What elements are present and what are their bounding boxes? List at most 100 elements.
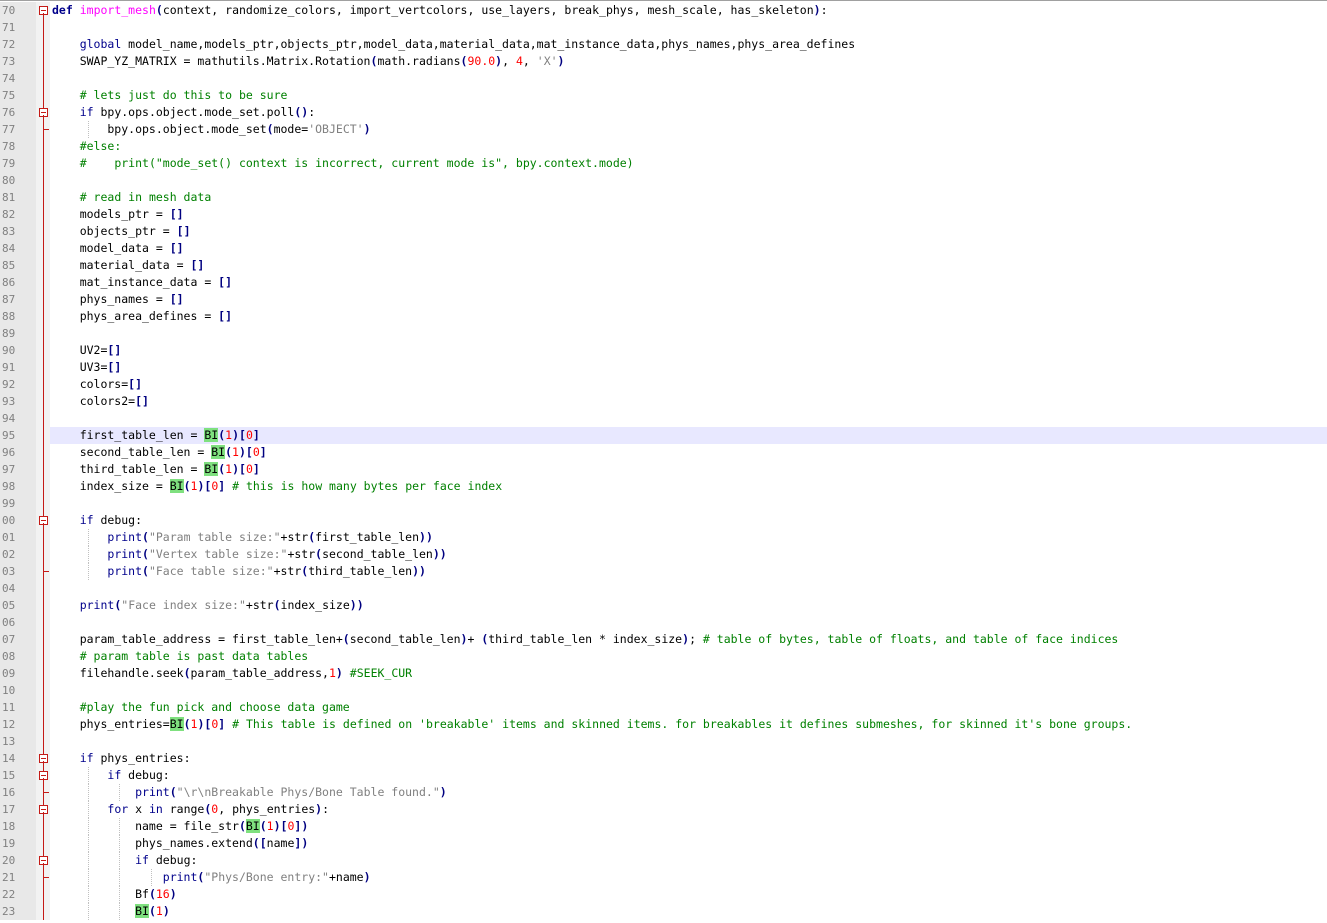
- code-line[interactable]: 00 if debug:: [0, 512, 1327, 529]
- code-text[interactable]: models_ptr = []: [52, 206, 184, 223]
- code-line[interactable]: 79 # print("mode_set() context is incorr…: [0, 155, 1327, 172]
- code-text[interactable]: for x in range(0, phys_entries):: [52, 801, 329, 818]
- code-line[interactable]: 19 phys_names.extend([name]): [0, 835, 1327, 852]
- code-line[interactable]: 92 colors=[]: [0, 376, 1327, 393]
- code-line[interactable]: 84 model_data = []: [0, 240, 1327, 257]
- code-line[interactable]: 20 if debug:: [0, 852, 1327, 869]
- code-line[interactable]: 04: [0, 580, 1327, 597]
- code-text[interactable]: colors=[]: [52, 376, 142, 393]
- code-text[interactable]: index_size = BI(1)[0] # this is how many…: [52, 478, 502, 495]
- code-line[interactable]: 21 print("Phys/Bone entry:"+name): [0, 869, 1327, 886]
- code-line[interactable]: 17 for x in range(0, phys_entries):: [0, 801, 1327, 818]
- code-line[interactable]: 14 if phys_entries:: [0, 750, 1327, 767]
- code-line-current[interactable]: 95 first_table_len = BI(1)[0]: [0, 427, 1327, 444]
- code-line[interactable]: 72 global model_name,models_ptr,objects_…: [0, 36, 1327, 53]
- code-line[interactable]: 13: [0, 733, 1327, 750]
- fold-toggle-icon[interactable]: [36, 2, 50, 19]
- code-line[interactable]: 10: [0, 682, 1327, 699]
- code-text[interactable]: #play the fun pick and choose data game: [52, 699, 350, 716]
- code-line[interactable]: 78 #else:: [0, 138, 1327, 155]
- code-text[interactable]: global model_name,models_ptr,objects_ptr…: [52, 36, 855, 53]
- code-text[interactable]: Bf(16): [52, 886, 177, 903]
- code-line[interactable]: 77 bpy.ops.object.mode_set(mode='OBJECT'…: [0, 121, 1327, 138]
- code-line[interactable]: 22 Bf(16): [0, 886, 1327, 903]
- code-text[interactable]: print("Face index size:"+str(index_size)…: [52, 597, 364, 614]
- code-line[interactable]: 11 #play the fun pick and choose data ga…: [0, 699, 1327, 716]
- code-line[interactable]: 16 print("\r\nBreakable Phys/Bone Table …: [0, 784, 1327, 801]
- code-text[interactable]: mat_instance_data = []: [52, 274, 232, 291]
- code-text[interactable]: if phys_entries:: [52, 750, 191, 767]
- code-line[interactable]: 98 index_size = BI(1)[0] # this is how m…: [0, 478, 1327, 495]
- code-text[interactable]: third_table_len = BI(1)[0]: [52, 461, 260, 478]
- code-text[interactable]: print("Param table size:"+str(first_tabl…: [52, 529, 433, 546]
- code-line[interactable]: 23 BI(1): [0, 903, 1327, 920]
- fold-toggle-icon[interactable]: [36, 767, 50, 784]
- code-text[interactable]: print("Face table size:"+str(third_table…: [52, 563, 426, 580]
- code-text[interactable]: phys_names = []: [52, 291, 184, 308]
- code-text[interactable]: BI(1): [52, 903, 170, 920]
- code-line[interactable]: 07 param_table_address = first_table_len…: [0, 631, 1327, 648]
- fold-toggle-icon[interactable]: [36, 512, 50, 529]
- code-text[interactable]: # lets just do this to be sure: [52, 87, 288, 104]
- code-text[interactable]: bpy.ops.object.mode_set(mode='OBJECT'): [52, 121, 370, 138]
- code-line[interactable]: 05 print("Face index size:"+str(index_si…: [0, 597, 1327, 614]
- code-line[interactable]: 02 print("Vertex table size:"+str(second…: [0, 546, 1327, 563]
- code-line[interactable]: 88 phys_area_defines = []: [0, 308, 1327, 325]
- code-text[interactable]: name = file_str(BI(1)[0]): [52, 818, 308, 835]
- code-line[interactable]: 76 if bpy.ops.object.mode_set.poll():: [0, 104, 1327, 121]
- code-line[interactable]: 93 colors2=[]: [0, 393, 1327, 410]
- code-line[interactable]: 12 phys_entries=BI(1)[0] # This table is…: [0, 716, 1327, 733]
- code-text[interactable]: colors2=[]: [52, 393, 149, 410]
- code-line[interactable]: 87 phys_names = []: [0, 291, 1327, 308]
- code-text[interactable]: #else:: [52, 138, 122, 155]
- code-line[interactable]: 90 UV2=[]: [0, 342, 1327, 359]
- code-line[interactable]: 09 filehandle.seek(param_table_address,1…: [0, 665, 1327, 682]
- code-line[interactable]: 81 # read in mesh data: [0, 189, 1327, 206]
- code-line[interactable]: 91 UV3=[]: [0, 359, 1327, 376]
- fold-toggle-icon[interactable]: [36, 104, 50, 121]
- code-text[interactable]: material_data = []: [52, 257, 205, 274]
- code-text[interactable]: SWAP_YZ_MATRIX = mathutils.Matrix.Rotati…: [52, 53, 565, 70]
- code-text[interactable]: if bpy.ops.object.mode_set.poll():: [52, 104, 315, 121]
- code-text[interactable]: UV2=[]: [52, 342, 122, 359]
- code-text[interactable]: objects_ptr = []: [52, 223, 191, 240]
- fold-toggle-icon[interactable]: [36, 852, 50, 869]
- code-line[interactable]: 80: [0, 172, 1327, 189]
- code-text[interactable]: phys_entries=BI(1)[0] # This table is de…: [52, 716, 1132, 733]
- code-text[interactable]: UV3=[]: [52, 359, 122, 376]
- code-line[interactable]: 86 mat_instance_data = []: [0, 274, 1327, 291]
- code-line[interactable]: 71: [0, 19, 1327, 36]
- code-line[interactable]: 15 if debug:: [0, 767, 1327, 784]
- code-text[interactable]: # param table is past data tables: [52, 648, 308, 665]
- code-text[interactable]: model_data = []: [52, 240, 184, 257]
- code-line[interactable]: 06: [0, 614, 1327, 631]
- code-line[interactable]: 97 third_table_len = BI(1)[0]: [0, 461, 1327, 478]
- code-line[interactable]: 75 # lets just do this to be sure: [0, 87, 1327, 104]
- code-text[interactable]: param_table_address = first_table_len+(s…: [52, 631, 1119, 648]
- code-line[interactable]: 83 objects_ptr = []: [0, 223, 1327, 240]
- code-line[interactable]: 01 print("Param table size:"+str(first_t…: [0, 529, 1327, 546]
- code-text[interactable]: filehandle.seek(param_table_address,1) #…: [52, 665, 412, 682]
- code-editor[interactable]: 70 def import_mesh(context, randomize_col…: [0, 0, 1327, 923]
- code-line[interactable]: 70 def import_mesh(context, randomize_col…: [0, 2, 1327, 19]
- code-line[interactable]: 03 print("Face table size:"+str(third_ta…: [0, 563, 1327, 580]
- code-text[interactable]: print("\r\nBreakable Phys/Bone Table fou…: [52, 784, 447, 801]
- code-text[interactable]: def import_mesh(context, randomize_color…: [52, 2, 828, 19]
- fold-toggle-icon[interactable]: [36, 801, 50, 818]
- code-line[interactable]: 82 models_ptr = []: [0, 206, 1327, 223]
- code-line[interactable]: 73 SWAP_YZ_MATRIX = mathutils.Matrix.Rot…: [0, 53, 1327, 70]
- code-text[interactable]: if debug:: [52, 852, 197, 869]
- code-line[interactable]: 08 # param table is past data tables: [0, 648, 1327, 665]
- code-text[interactable]: first_table_len = BI(1)[0]: [52, 427, 260, 444]
- code-line[interactable]: 74: [0, 70, 1327, 87]
- code-line[interactable]: 96 second_table_len = BI(1)[0]: [0, 444, 1327, 461]
- code-text[interactable]: print("Vertex table size:"+str(second_ta…: [52, 546, 446, 563]
- code-text[interactable]: print("Phys/Bone entry:"+name): [52, 869, 371, 886]
- code-line[interactable]: 85 material_data = []: [0, 257, 1327, 274]
- code-line[interactable]: 99: [0, 495, 1327, 512]
- code-line[interactable]: 89: [0, 325, 1327, 342]
- code-line[interactable]: 94: [0, 410, 1327, 427]
- fold-toggle-icon[interactable]: [36, 750, 50, 767]
- code-text[interactable]: # print("mode_set() context is incorrect…: [52, 155, 634, 172]
- code-text[interactable]: second_table_len = BI(1)[0]: [52, 444, 267, 461]
